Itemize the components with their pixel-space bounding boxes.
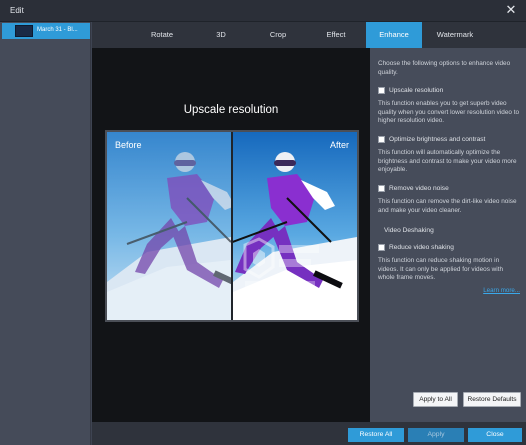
apply-to-all-button[interactable]: Apply to All — [413, 392, 458, 407]
option-upscale-resolution: Upscale resolution This function enables… — [378, 87, 520, 126]
tab-watermark[interactable]: Watermark — [422, 22, 488, 48]
remove-noise-description: This function can remove the dirt-like v… — [378, 198, 517, 214]
bottom-action-bar: Restore All Apply Close — [92, 422, 526, 445]
option-remove-noise: Remove video noise This function can rem… — [378, 185, 520, 215]
tab-crop[interactable]: Crop — [250, 22, 306, 48]
before-after-comparison: Before After — [105, 130, 359, 322]
optimize-brightness-label[interactable]: Optimize brightness and contrast — [389, 136, 485, 143]
reduce-shaking-checkbox[interactable] — [378, 244, 385, 251]
upscale-resolution-description: This function enables you to get superb … — [378, 100, 520, 124]
tab-enhance[interactable]: Enhance — [366, 22, 422, 48]
upscale-resolution-label[interactable]: Upscale resolution — [389, 87, 443, 94]
before-label: Before — [115, 140, 142, 150]
site-watermark-logo — [243, 237, 319, 291]
title-bar: Edit ✕ — [0, 0, 526, 22]
optimize-brightness-description: This function will automatically optimiz… — [378, 149, 517, 173]
clip-label: March 31 - Bl... — [37, 27, 78, 33]
edit-window: Edit ✕ March 31 - Bl... Rotate 3D Crop E… — [0, 0, 526, 445]
enhance-panel: Choose the following options to enhance … — [370, 48, 526, 422]
preview-title: Upscale resolution — [183, 104, 279, 116]
after-label: After — [329, 140, 349, 150]
clip-thumbnail — [15, 25, 33, 37]
optimize-brightness-checkbox[interactable] — [378, 136, 385, 143]
window-title: Edit — [10, 6, 24, 15]
option-reduce-shaking: Reduce video shaking This function can r… — [378, 244, 520, 283]
learn-more-link[interactable]: Learn more... — [483, 287, 520, 294]
tab-3d[interactable]: 3D — [196, 22, 246, 48]
option-optimize-brightness: Optimize brightness and contrast This fu… — [378, 136, 520, 175]
edit-tabs: Rotate 3D Crop Effect Enhance Watermark — [92, 22, 526, 48]
close-icon[interactable]: ✕ — [504, 3, 518, 17]
clip-list-item[interactable]: March 31 - Bl... — [2, 23, 90, 39]
clip-sidebar: March 31 - Bl... — [0, 22, 91, 445]
restore-all-button[interactable]: Restore All — [348, 428, 404, 442]
enhance-intro: Choose the following options to enhance … — [378, 60, 511, 76]
reduce-shaking-description: This function can reduce shaking motion … — [378, 257, 504, 281]
close-button[interactable]: Close — [468, 428, 522, 442]
apply-button[interactable]: Apply — [408, 428, 464, 442]
upscale-resolution-checkbox[interactable] — [378, 87, 385, 94]
remove-noise-label[interactable]: Remove video noise — [389, 185, 449, 192]
video-deshaking-heading: Video Deshaking — [384, 227, 434, 234]
restore-defaults-button[interactable]: Restore Defaults — [463, 392, 521, 407]
before-image — [107, 132, 231, 320]
tab-rotate[interactable]: Rotate — [128, 22, 196, 48]
preview-pane: Upscale resolution Before After — [92, 48, 370, 422]
remove-noise-checkbox[interactable] — [378, 185, 385, 192]
reduce-shaking-label[interactable]: Reduce video shaking — [389, 244, 454, 251]
tab-effect[interactable]: Effect — [306, 22, 366, 48]
